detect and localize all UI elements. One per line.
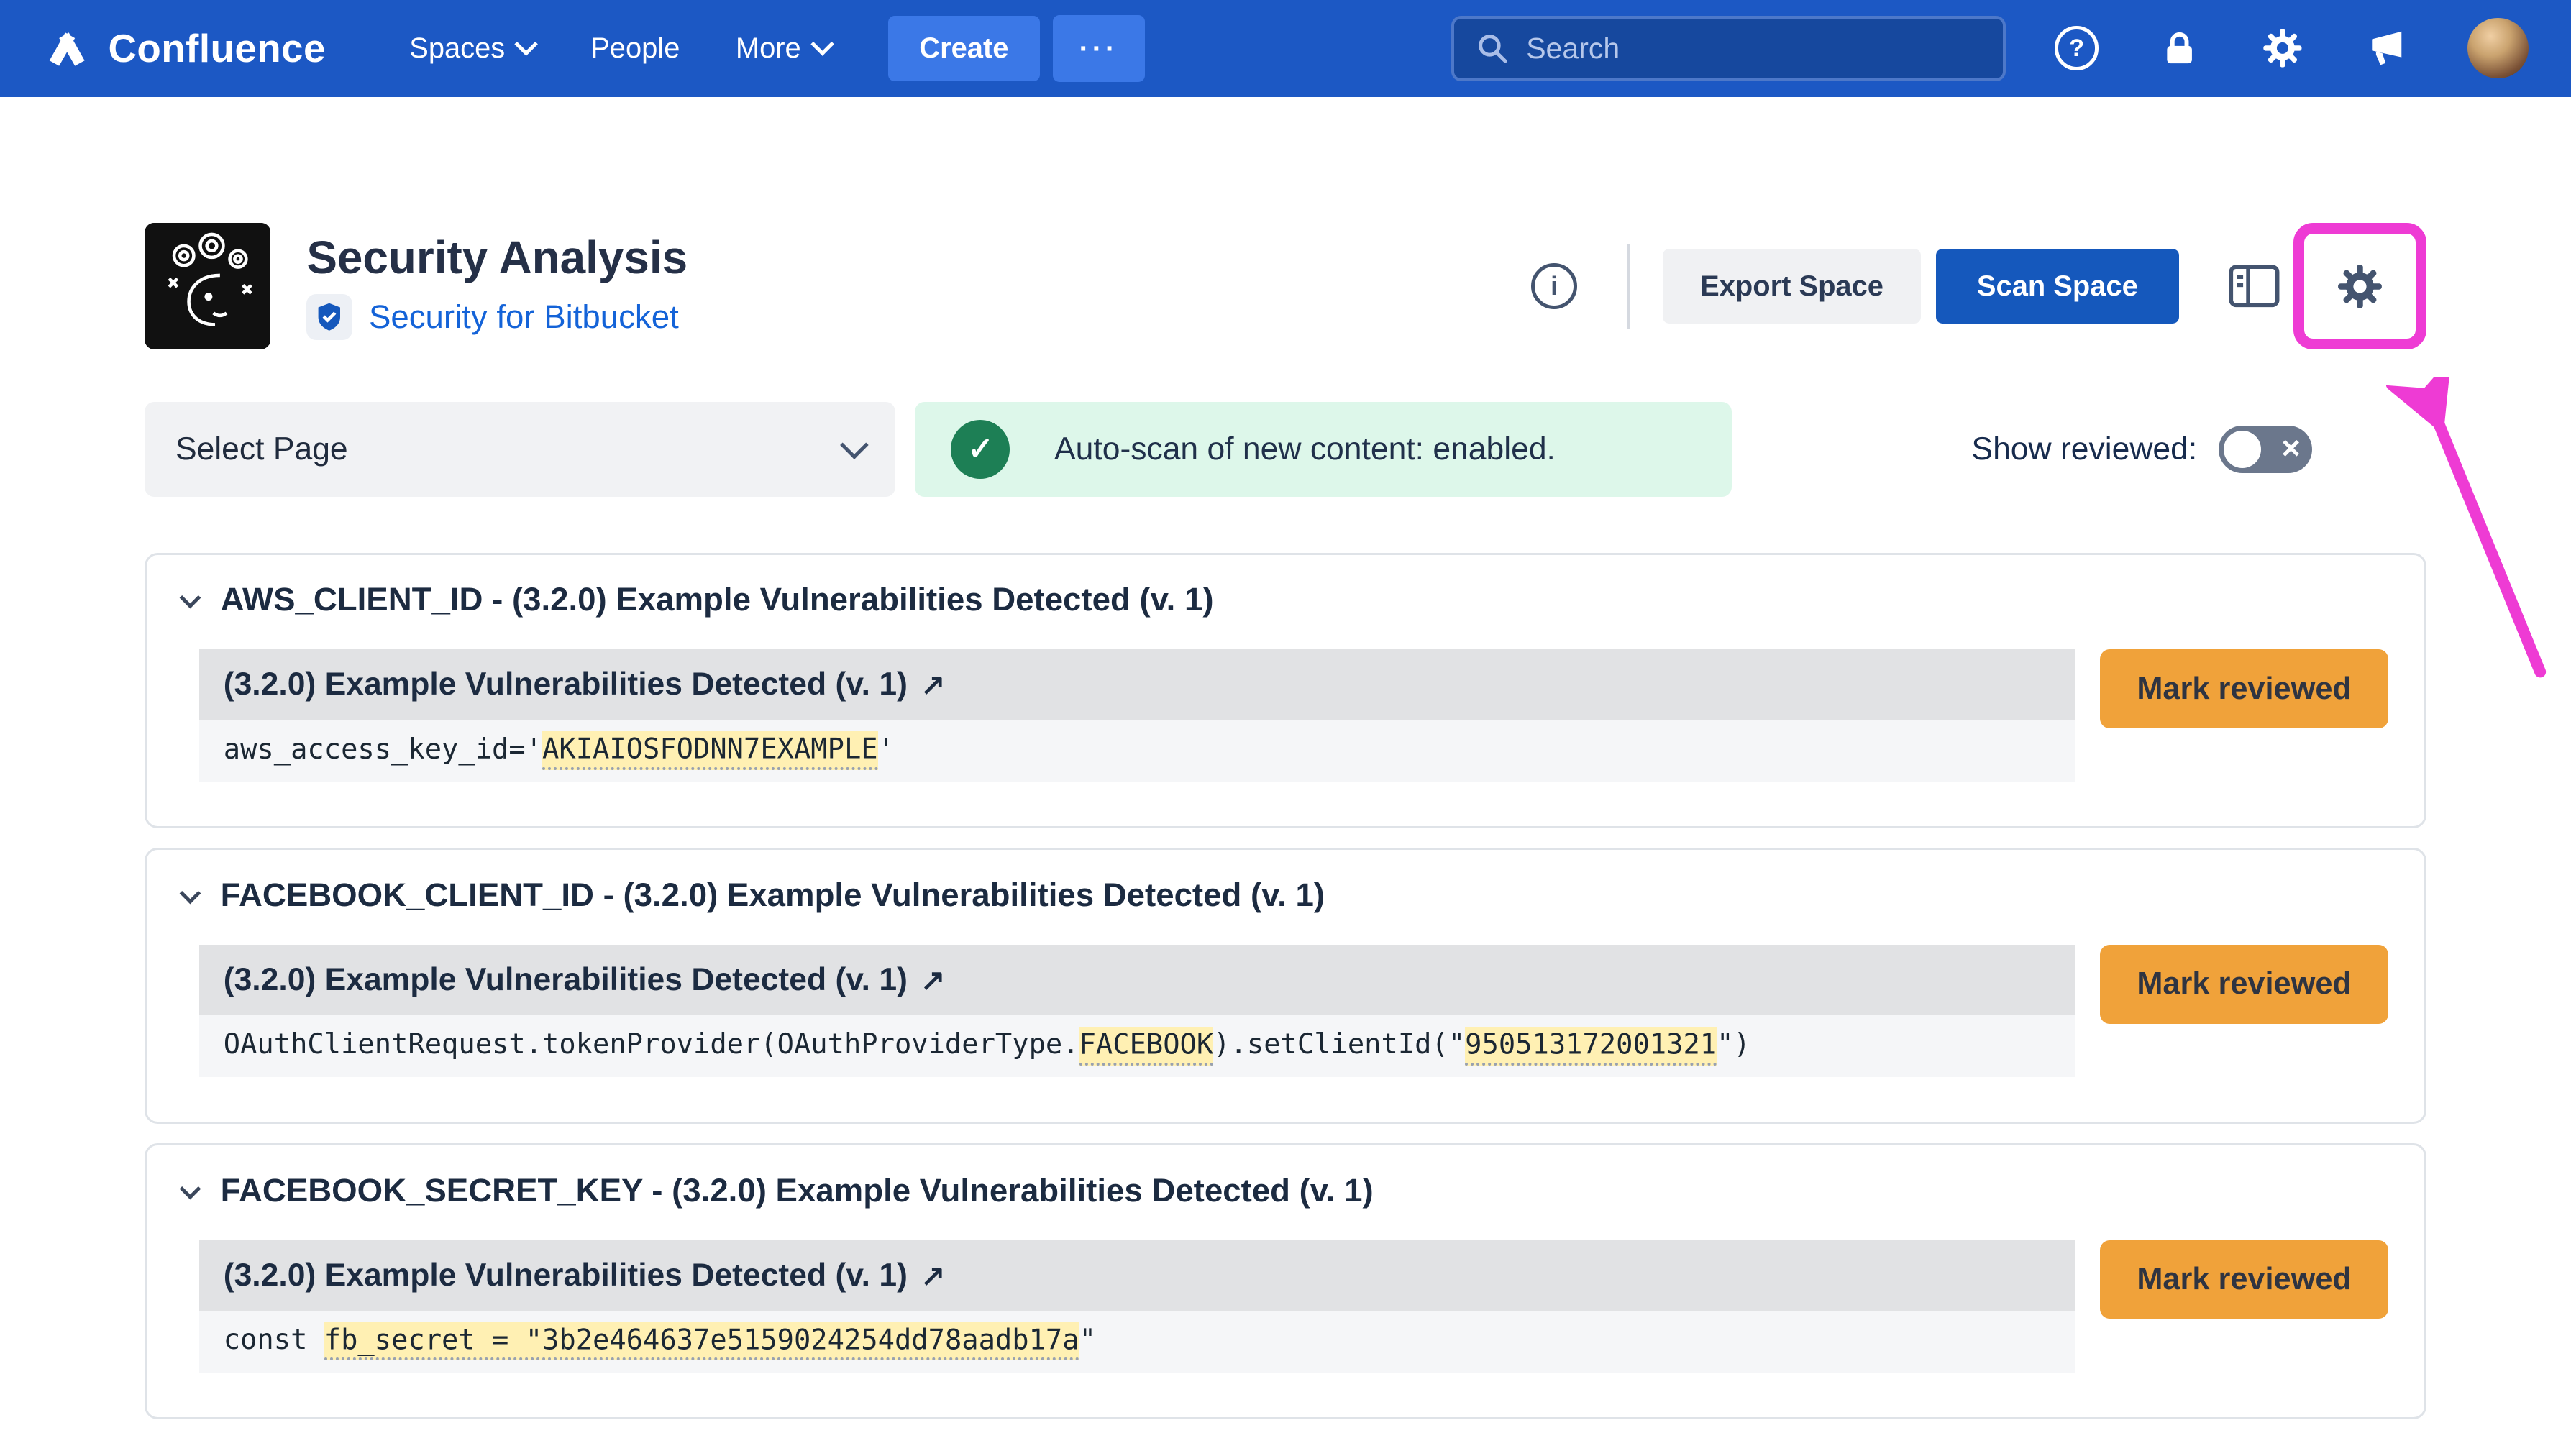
- finding-title: FACEBOOK_SECRET_KEY - (3.2.0) Example Vu…: [221, 1172, 1374, 1209]
- confluence-logo-icon: [42, 24, 91, 73]
- code-line: const fb_secret = "3b2e464637e5159024254…: [199, 1311, 2075, 1373]
- more-actions-button[interactable]: ···: [1053, 15, 1145, 82]
- external-link-icon: ↗: [921, 667, 945, 702]
- nav-people[interactable]: People: [590, 32, 680, 65]
- gear-icon[interactable]: [2260, 25, 2306, 71]
- finding-card-facebook-client-id: FACEBOOK_CLIENT_ID - (3.2.0) Example Vul…: [145, 848, 2427, 1123]
- toggle-off-icon: ×: [2281, 431, 2301, 464]
- search-placeholder: Search: [1526, 32, 1620, 65]
- controls-row: Select Page ✓ Auto-scan of new content: …: [145, 402, 2427, 497]
- finding-page-link[interactable]: (3.2.0) Example Vulnerabilities Detected…: [199, 945, 2075, 1015]
- external-link-icon: ↗: [921, 1258, 945, 1293]
- show-reviewed-label: Show reviewed:: [1971, 431, 2197, 467]
- secret-highlight: AKIAIOSFODNN7EXAMPLE: [542, 731, 878, 770]
- code-line: OAuthClientRequest.tokenProvider(OAuthPr…: [199, 1015, 2075, 1077]
- chevron-down-icon: [840, 431, 868, 459]
- mark-reviewed-button[interactable]: Mark reviewed: [2100, 649, 2388, 728]
- finding-detail: (3.2.0) Example Vulnerabilities Detected…: [199, 1240, 2075, 1373]
- finding-page-link[interactable]: (3.2.0) Example Vulnerabilities Detected…: [199, 1240, 2075, 1311]
- mark-reviewed-button[interactable]: Mark reviewed: [2100, 1240, 2388, 1319]
- confluence-logo[interactable]: Confluence: [42, 24, 326, 73]
- space-logo: [145, 223, 271, 349]
- code-segment: OAuthClientRequest.tokenProvider(OAuthPr…: [224, 1028, 1079, 1061]
- toggle-knob: [2224, 431, 2261, 468]
- search-icon: [1476, 32, 1509, 65]
- autoscan-banner: ✓ Auto-scan of new content: enabled.: [915, 402, 1731, 497]
- external-link-icon: ↗: [921, 963, 945, 997]
- select-page-value: Select Page: [175, 431, 348, 467]
- finding-card-header[interactable]: AWS_CLIENT_ID - (3.2.0) Example Vulnerab…: [183, 581, 2388, 618]
- finding-card-body: (3.2.0) Example Vulnerabilities Detected…: [183, 945, 2388, 1077]
- finding-title: AWS_CLIENT_ID - (3.2.0) Example Vulnerab…: [221, 581, 1214, 618]
- autoscan-status-text: Auto-scan of new content: enabled.: [1054, 431, 1556, 467]
- code-line: aws_access_key_id='AKIAIOSFODNN7EXAMPLE': [199, 720, 2075, 782]
- collapse-chevron-icon: [179, 883, 201, 905]
- space-link-row: Security for Bitbucket: [306, 294, 688, 340]
- finding-card-aws-client-id: AWS_CLIENT_ID - (3.2.0) Example Vulnerab…: [145, 553, 2427, 828]
- title-block: Security Analysis Security for Bitbucket: [306, 232, 688, 340]
- space-home-link[interactable]: Security for Bitbucket: [369, 298, 679, 336]
- header-actions: i Export Space Scan Space: [1531, 223, 2426, 349]
- show-reviewed-toggle[interactable]: ×: [2219, 426, 2312, 473]
- brand-name: Confluence: [108, 25, 326, 71]
- finding-card-body: (3.2.0) Example Vulnerabilities Detected…: [183, 649, 2388, 782]
- check-circle-icon: ✓: [951, 420, 1010, 479]
- show-reviewed-control: Show reviewed: ×: [1971, 426, 2311, 473]
- collapse-chevron-icon: [179, 587, 201, 609]
- lock-icon[interactable]: [2158, 27, 2201, 70]
- create-button[interactable]: Create: [888, 16, 1040, 81]
- collapse-chevron-icon: [179, 1178, 201, 1200]
- confluence-page: Confluence Spaces People More Create ···…: [0, 0, 2571, 1456]
- finding-card-body: (3.2.0) Example Vulnerabilities Detected…: [183, 1240, 2388, 1373]
- help-icon[interactable]: ?: [2055, 26, 2099, 70]
- finding-title: FACEBOOK_CLIENT_ID - (3.2.0) Example Vul…: [221, 876, 1325, 914]
- nav-more[interactable]: More: [736, 32, 831, 65]
- mark-reviewed-button[interactable]: Mark reviewed: [2100, 945, 2388, 1023]
- finding-page-link[interactable]: (3.2.0) Example Vulnerabilities Detected…: [199, 649, 2075, 720]
- avatar[interactable]: [2467, 18, 2528, 78]
- megaphone-icon[interactable]: [2365, 26, 2409, 70]
- finding-detail: (3.2.0) Example Vulnerabilities Detected…: [199, 649, 2075, 782]
- nav-spaces[interactable]: Spaces: [409, 32, 534, 65]
- finding-detail: (3.2.0) Example Vulnerabilities Detected…: [199, 945, 2075, 1077]
- scan-space-button[interactable]: Scan Space: [1936, 249, 2179, 324]
- page-title: Security Analysis: [306, 232, 688, 283]
- export-space-button[interactable]: Export Space: [1663, 249, 1922, 324]
- finding-card-header[interactable]: FACEBOOK_SECRET_KEY - (3.2.0) Example Vu…: [183, 1172, 2388, 1209]
- top-navbar: Confluence Spaces People More Create ···…: [0, 0, 2571, 97]
- secret-highlight: fb_secret = "3b2e464637e5159024254dd78aa…: [324, 1322, 1079, 1361]
- chevron-down-icon: [810, 32, 834, 56]
- code-segment: ': [878, 733, 895, 766]
- code-segment: aws_access_key_id=': [224, 733, 542, 766]
- code-segment: "): [1717, 1028, 1750, 1061]
- finding-card-facebook-secret-key: FACEBOOK_SECRET_KEY - (3.2.0) Example Vu…: [145, 1143, 2427, 1419]
- finding-card-header[interactable]: FACEBOOK_CLIENT_ID - (3.2.0) Example Vul…: [183, 876, 2388, 914]
- annotation-highlight-box: [2293, 223, 2426, 349]
- findings-list: AWS_CLIENT_ID - (3.2.0) Example Vulnerab…: [145, 553, 2427, 1419]
- info-icon[interactable]: i: [1531, 263, 1577, 309]
- chevron-down-icon: [515, 32, 539, 56]
- select-page-dropdown[interactable]: Select Page: [145, 402, 895, 497]
- code-segment: ": [1079, 1324, 1096, 1356]
- secret-highlight: 950513172001321: [1465, 1027, 1717, 1066]
- secret-highlight: FACEBOOK: [1079, 1027, 1214, 1066]
- code-segment: ).setClientId(": [1213, 1028, 1465, 1061]
- search-input[interactable]: Search: [1451, 16, 2006, 81]
- shield-icon: [306, 294, 352, 340]
- code-segment: const: [224, 1324, 324, 1356]
- page-header: Security Analysis Security for Bitbucket…: [145, 223, 2427, 349]
- sidebar-toggle-icon[interactable]: [2228, 264, 2280, 308]
- space-settings-gear-icon[interactable]: [2334, 260, 2386, 313]
- nav-icon-group: ?: [2055, 18, 2529, 78]
- divider: [1627, 244, 1630, 329]
